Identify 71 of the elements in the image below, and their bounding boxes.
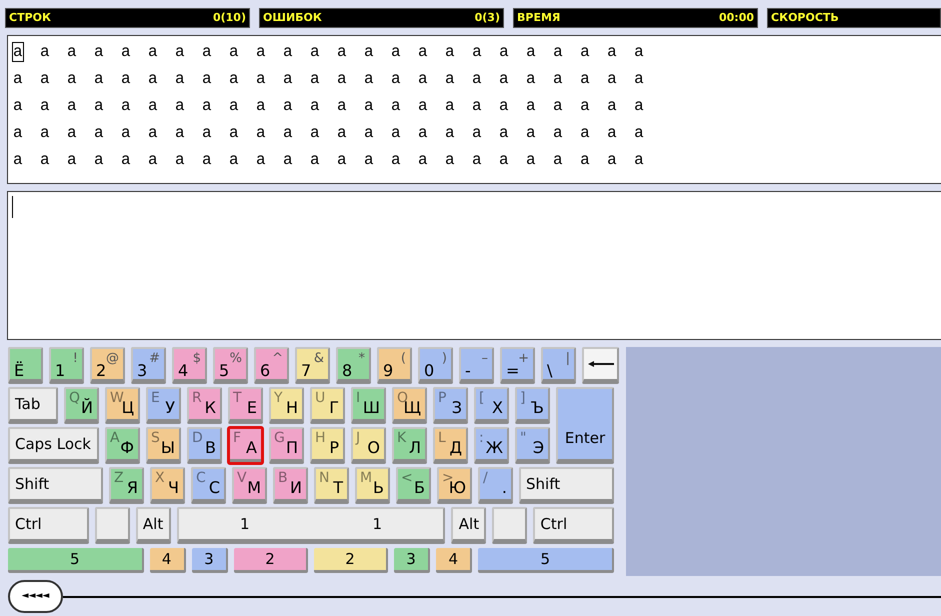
keyboard-key[interactable]: 5 % (213, 347, 248, 384)
keyboard-key[interactable]: X Ч (150, 467, 185, 504)
keyboard-key[interactable]: 0 ) (418, 347, 453, 384)
stat-value: 0(10) (212, 10, 246, 26)
finger-bar: 2 (234, 548, 308, 573)
exercise-line: a a a a a a a a a a a a a a a a a a a a a a a a (13, 69, 649, 90)
keyboard-key[interactable]: P З (433, 387, 468, 424)
exercise-line: a a a a a a a a a a a a a a a a a a a a a a a a (13, 42, 649, 63)
finger-bar: 4 (150, 548, 186, 573)
stat-label: СКОРОСТЬ (771, 10, 839, 26)
keyboard-key[interactable]: = + (500, 347, 535, 384)
keyboard-key[interactable]: F А (228, 427, 263, 464)
keyboard-key[interactable]: 8 * (336, 347, 371, 384)
stat-label: ОШИБОК (263, 10, 322, 26)
finger-bar: 5 (478, 548, 614, 573)
keyboard-key[interactable]: T Е (228, 387, 263, 424)
keyboard-key[interactable]: [ Х (474, 387, 509, 424)
space-key[interactable]: 1 1 (176, 507, 446, 544)
keyboard-key[interactable]: Shift (519, 467, 614, 504)
finger-bar: 4 (436, 548, 472, 573)
finger-bar: 3 (394, 548, 430, 573)
keyboard-key[interactable]: \ | (541, 347, 576, 384)
keyboard-key[interactable]: Ctrl (8, 507, 89, 544)
keyboard-key[interactable]: Tab (8, 387, 58, 424)
keyboard-key[interactable]: / . (478, 467, 513, 504)
keyboard-key[interactable]: 1 ! (49, 347, 84, 384)
keyboard-key[interactable]: <Б (396, 467, 431, 504)
current-char: a (13, 43, 23, 61)
keyboard-key[interactable]: Ctrl (533, 507, 614, 544)
keyboard-key[interactable]: Alt (451, 507, 486, 544)
exercise-line: a a a a a a a a a a a a a a a a a a a a a a a a (13, 96, 649, 117)
keyboard-key[interactable]: Z Я (109, 467, 144, 504)
keyboard-key[interactable]: Shift (8, 467, 103, 504)
exercise-line: a a a a a a a a a a a a a a a a a a a a a a a a (13, 123, 649, 144)
keyboard-key[interactable]: E У (146, 387, 181, 424)
left-arrow-icon (588, 361, 614, 367)
keyboard-key[interactable]: " Э (515, 427, 550, 464)
keyboard-key[interactable]: N Т (314, 467, 349, 504)
stat-value: 00:00 (718, 10, 754, 26)
keyboard-key[interactable]: :Ж (474, 427, 509, 464)
stat-value: 0(3) (474, 10, 500, 26)
stat-label: ВРЕМЯ (517, 10, 560, 26)
back-button[interactable]: ◄◄◄◄ (8, 580, 63, 613)
typing-input-area[interactable] (7, 191, 941, 340)
finger-bar: 5 (8, 548, 144, 573)
keyboard-key[interactable]: Caps Lock (8, 427, 99, 464)
keyboard-key[interactable]: 7 & (295, 347, 330, 384)
keyboard-key[interactable]: J О (351, 427, 386, 464)
keyboard-key[interactable]: - – (459, 347, 494, 384)
keyboard-key[interactable]: Y Н (269, 387, 304, 424)
text-caret (12, 196, 13, 218)
keyboard-key[interactable]: 9 ( (377, 347, 412, 384)
keyboard-key[interactable]: ] Ъ (515, 387, 550, 424)
keyboard-key[interactable]: Ё (8, 347, 43, 384)
backspace-key[interactable] (582, 347, 619, 384)
stat-label: СТРОК (9, 10, 51, 26)
finger-bar: 2 (314, 548, 388, 573)
keyboard-key[interactable]: 6 ^ (254, 347, 289, 384)
exercise-line: a a a a a a a a a a a a a a a a a a a a a a a a (13, 150, 649, 171)
keyboard-key[interactable]: H Р (310, 427, 345, 464)
keyboard-key[interactable] (94, 507, 130, 544)
keyboard-key[interactable]: Alt (136, 507, 171, 544)
keyboard-key[interactable]: U Г (310, 387, 345, 424)
finger-bar: 3 (192, 548, 228, 573)
keyboard-key[interactable]: 4 $ (172, 347, 207, 384)
keyboard-key[interactable]: 3 # (131, 347, 166, 384)
enter-key[interactable]: Enter (556, 387, 614, 464)
keyboard-key[interactable]: L Д (433, 427, 468, 464)
keyboard-key[interactable]: 2 @ (90, 347, 125, 384)
keyboard-key[interactable]: >Ю (437, 467, 472, 504)
keyboard-key[interactable] (492, 507, 528, 544)
